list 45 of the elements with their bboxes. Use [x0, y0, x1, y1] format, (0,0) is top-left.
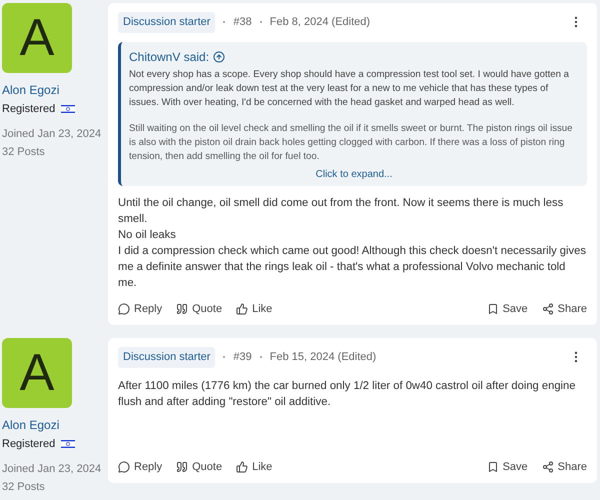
post-text: After 1100 miles (1776 km) the car burned only 1/2 liter of 0w40 castrol oil after doing engine flush and after adding "restore" oil additive. [118, 378, 576, 410]
post-date: Feb 8, 2024 (Edited) [270, 15, 370, 30]
post-text: I did a compression check which came out good! Although this check doesn't necessarily gives me a definite answer that the rings leak oil - that's what a professional Volvo mechanic told me. [118, 244, 587, 290]
user-role: Registered [2, 437, 56, 452]
reply-button[interactable]: Reply [118, 300, 162, 317]
quote-paragraph: Still waiting on the oil level check and smelling the oil if it smells sweet or burnt. The piston rings oil issue is also with the piston oil drain back holes getting clogged with carbon. If there was a loss of piston ring tension, then add smelling the oil for fuel too. [129, 122, 574, 164]
post-date: Feb 15, 2024 (Edited) [270, 350, 376, 365]
user-role: Registered [2, 102, 56, 117]
quote-icon [176, 302, 188, 315]
discussion-starter-badge: Discussion starter [118, 347, 216, 368]
share-icon [542, 460, 554, 473]
flag-icon [61, 439, 76, 450]
save-button[interactable]: Save [486, 300, 528, 317]
quote-button[interactable]: Quote [176, 300, 222, 317]
speech-bubble-icon [118, 302, 130, 315]
author-name[interactable]: Alon Egozi [2, 81, 98, 99]
post-text: No oil leaks [118, 228, 177, 242]
like-button[interactable]: Like [236, 458, 272, 475]
share-button[interactable]: Share [542, 300, 587, 317]
thumbs-up-icon [236, 460, 248, 473]
post-number[interactable]: #39 [233, 349, 252, 366]
post-number[interactable]: #38 [233, 14, 252, 30]
post-text: Until the oil change, oil smell did come out from the front. Now it seems there is much less smell. [118, 196, 564, 226]
post-count: 32 Posts [2, 480, 46, 495]
avatar[interactable]: A [2, 338, 72, 408]
share-icon [542, 302, 554, 315]
thumbs-up-icon [236, 302, 248, 315]
bookmark-icon [486, 460, 499, 473]
save-button[interactable]: Save [486, 458, 528, 475]
like-button[interactable]: Like [236, 300, 272, 317]
speech-bubble-icon [118, 460, 130, 473]
jump-to-post-icon[interactable] [213, 50, 226, 62]
quote-paragraph: Not every shop has a scope. Every shop should have a compression test tool set. I would have gotten a compression and/or leak down test at the very least for a new to me vehicle that has these types of issues. With over heating, I'd be concerned with the head gasket and warped head as well. [129, 68, 570, 110]
expand-link[interactable]: Click to expand... [316, 166, 392, 182]
quote-icon [176, 460, 188, 473]
discussion-starter-badge: Discussion starter [118, 12, 216, 32]
post-count: 32 Posts [2, 145, 46, 160]
quote-author[interactable]: ChitownV said: [129, 48, 210, 66]
avatar[interactable]: A [2, 3, 72, 73]
bookmark-icon [486, 302, 499, 315]
flag-icon [61, 104, 76, 114]
author-name[interactable]: Alon Egozi [2, 416, 98, 434]
reply-button[interactable]: Reply [118, 458, 162, 475]
share-button[interactable]: Share [542, 458, 587, 475]
quote-button[interactable]: Quote [176, 458, 222, 475]
